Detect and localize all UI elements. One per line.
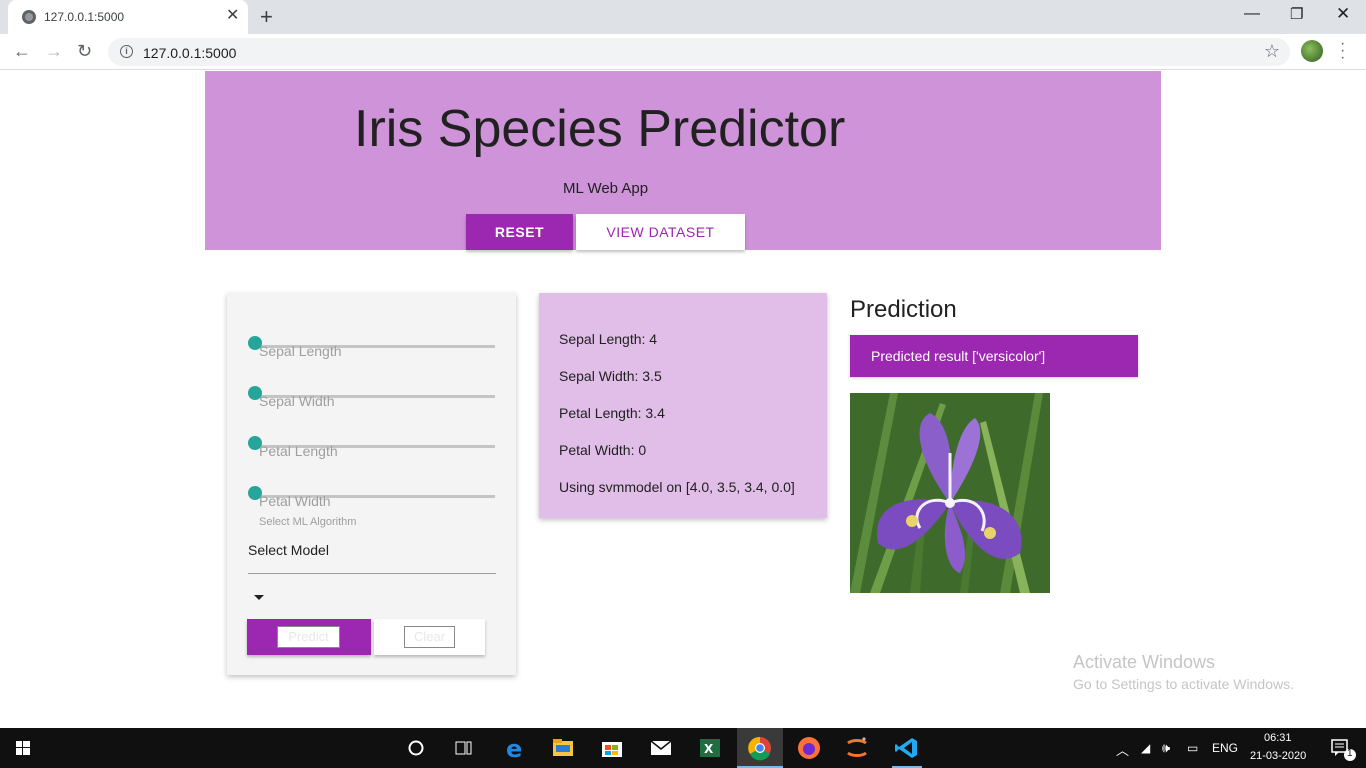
predict-button-label[interactable]: Predict xyxy=(277,626,340,648)
globe-icon xyxy=(22,10,36,24)
reload-icon[interactable]: ↻ xyxy=(77,40,92,62)
jupyter-icon[interactable] xyxy=(834,728,880,768)
excel-icon[interactable]: X xyxy=(687,728,733,768)
svg-text:e: e xyxy=(506,735,522,763)
edge-icon[interactable]: e xyxy=(492,728,538,768)
notification-count: 1 xyxy=(1347,748,1353,759)
start-icon[interactable] xyxy=(0,728,46,768)
dropdown-arrow-icon[interactable] xyxy=(254,595,264,600)
address-bar[interactable]: i 127.0.0.1:5000 ☆ xyxy=(108,38,1290,66)
language-indicator[interactable]: ENG xyxy=(1212,741,1238,755)
menu-dots-icon[interactable]: · · · xyxy=(1340,36,1346,66)
store-icon[interactable] xyxy=(589,728,635,768)
file-explorer-icon[interactable] xyxy=(540,728,586,768)
back-icon[interactable]: ← xyxy=(13,40,31,62)
windows-taskbar: e X ︿ ◢ 🕪 ▭ ENG 06:31 21-03-2020 1 xyxy=(0,728,1366,768)
minimize-icon[interactable]: — xyxy=(1244,4,1260,24)
page-subtitle: ML Web App xyxy=(563,180,649,197)
petal-length-value: Petal Length: 3.4 xyxy=(559,405,665,421)
select-algorithm-caption: Select ML Algorithm xyxy=(259,516,357,528)
view-dataset-button[interactable]: VIEW DATASET xyxy=(576,214,745,250)
clock-date[interactable]: 21-03-2020 xyxy=(1250,750,1306,762)
task-view-icon[interactable] xyxy=(440,728,486,768)
volume-icon[interactable]: 🕪 xyxy=(1162,740,1170,756)
window-close-icon[interactable]: ✕ xyxy=(1336,4,1350,24)
mail-icon[interactable] xyxy=(638,728,684,768)
clock-time[interactable]: 06:31 xyxy=(1264,732,1292,744)
prediction-heading: Prediction xyxy=(850,296,957,323)
page-title: Iris Species Predictor xyxy=(354,100,846,158)
select-underline xyxy=(248,573,496,574)
petal-length-label: Petal Length xyxy=(259,443,338,459)
chrome-icon[interactable] xyxy=(737,728,783,768)
info-icon[interactable]: i xyxy=(120,45,133,58)
bookmark-star-icon[interactable]: ☆ xyxy=(1264,41,1280,62)
predict-button[interactable]: Predict xyxy=(247,619,371,655)
sepal-length-label: Sepal Length xyxy=(259,343,342,359)
clear-button[interactable]: Clear xyxy=(374,619,485,655)
vscode-icon[interactable] xyxy=(884,728,930,768)
petal-width-label: Petal Width xyxy=(259,493,331,509)
battery-icon[interactable]: ▭ xyxy=(1187,741,1198,755)
watermark-title: Activate Windows xyxy=(1073,652,1216,672)
browser-tabbar: 127.0.0.1:5000 ✕ + — ❐ ✕ xyxy=(0,0,1366,34)
close-tab-icon[interactable]: ✕ xyxy=(226,7,239,25)
tab-title: 127.0.0.1:5000 xyxy=(44,10,125,24)
firefox-icon[interactable] xyxy=(786,728,832,768)
notification-center-icon[interactable]: 1 xyxy=(1316,728,1366,768)
input-form-card: Sepal Length Sepal Width Petal Length Pe… xyxy=(227,293,516,675)
reset-button[interactable]: RESET xyxy=(466,214,573,250)
clear-button-label[interactable]: Clear xyxy=(404,626,455,648)
browser-toolbar: ← → ↻ i 127.0.0.1:5000 ☆ · · · xyxy=(0,34,1366,70)
input-values-card: Sepal Length: 4 Sepal Width: 3.5 Petal L… xyxy=(539,293,827,518)
watermark-subtitle: Go to Settings to activate Windows. xyxy=(1073,676,1294,692)
svg-text:X: X xyxy=(704,742,714,756)
header-banner: Iris Species Predictor ML Web App RESET … xyxy=(205,71,1161,250)
restore-icon[interactable]: ❐ xyxy=(1290,5,1303,25)
profile-avatar[interactable] xyxy=(1301,40,1323,62)
new-tab-icon[interactable]: + xyxy=(260,4,273,30)
forward-icon[interactable]: → xyxy=(45,40,63,62)
petal-width-value: Petal Width: 0 xyxy=(559,442,647,458)
activate-windows-watermark: Activate Windows Go to Settings to activ… xyxy=(1073,652,1294,692)
network-icon[interactable]: ◢ xyxy=(1141,741,1150,755)
prediction-result: Predicted result ['versicolor'] xyxy=(850,335,1138,377)
browser-tab[interactable]: 127.0.0.1:5000 ✕ xyxy=(8,0,248,34)
tray-chevron-icon[interactable]: ︿ xyxy=(1116,740,1129,759)
sepal-length-value: Sepal Length: 4 xyxy=(559,331,658,347)
sepal-width-value: Sepal Width: 3.5 xyxy=(559,368,662,384)
model-used-text: Using svmmodel on [4.0, 3.5, 3.4, 0.0] xyxy=(559,479,795,495)
model-select[interactable]: Select Model xyxy=(248,542,329,558)
cortana-icon[interactable] xyxy=(393,728,439,768)
url-text[interactable]: 127.0.0.1:5000 xyxy=(143,45,236,61)
sepal-width-label: Sepal Width xyxy=(259,393,335,409)
iris-flower-image xyxy=(850,393,1050,593)
